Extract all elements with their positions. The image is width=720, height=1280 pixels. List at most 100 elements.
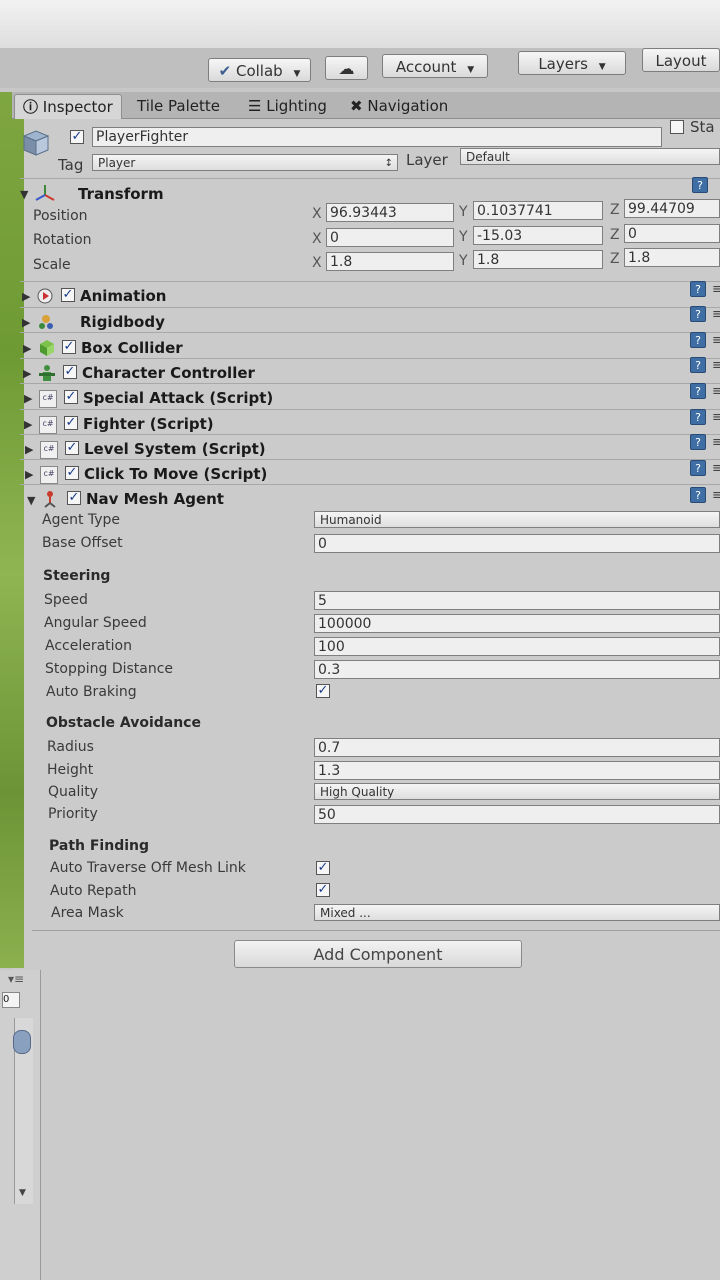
help-icon[interactable]: ? (692, 177, 708, 193)
base-offset-label: Base Offset (42, 535, 123, 551)
expand-triangle-icon[interactable]: ▶ (25, 468, 33, 481)
base-offset-field[interactable]: 0 (314, 534, 720, 553)
cloud-icon: ☁ (338, 59, 355, 78)
settings-icon[interactable]: ≡ (712, 410, 720, 425)
nav-mesh-agent-enabled-checkbox[interactable]: ✓ (67, 491, 81, 505)
settings-icon[interactable]: ≡ (712, 488, 720, 503)
scale-z-field[interactable]: 1.8 (624, 248, 720, 267)
scene-view-strip (0, 92, 24, 968)
expand-triangle-icon[interactable]: ▶ (24, 418, 32, 431)
expand-triangle-icon[interactable]: ▼ (27, 494, 35, 507)
position-x-field[interactable]: 96.93443 (326, 203, 454, 222)
tab-tile-palette[interactable]: Tile Palette (137, 94, 220, 118)
component-fighter[interactable]: Fighter (Script) (83, 415, 214, 433)
divider (20, 358, 720, 359)
axis-x-label: X (312, 231, 322, 247)
info-icon: ⓘ (23, 98, 39, 116)
radius-field[interactable]: 0.7 (314, 738, 720, 757)
quality-dropdown[interactable]: High Quality (314, 783, 720, 800)
area-mask-dropdown[interactable]: Mixed ... (314, 904, 720, 921)
lighting-icon: ☰ (248, 97, 262, 115)
help-icon[interactable]: ? (690, 434, 706, 450)
fighter-enabled-checkbox[interactable]: ✓ (64, 416, 78, 430)
angular-speed-field[interactable]: 100000 (314, 614, 720, 633)
component-special-attack[interactable]: Special Attack (Script) (83, 389, 273, 407)
layout-dropdown[interactable]: Layout (642, 48, 720, 72)
scrollbar-thumb[interactable] (13, 1030, 31, 1054)
scale-y-field[interactable]: 1.8 (473, 250, 603, 269)
position-z-field[interactable]: 99.44709 (624, 199, 720, 218)
settings-icon[interactable]: ≡ (712, 461, 720, 476)
area-mask-label: Area Mask (51, 905, 124, 921)
layers-dropdown[interactable]: Layers ▼ (518, 51, 626, 75)
tag-dropdown[interactable]: Player ↕ (92, 154, 398, 171)
tab-navigation-label: Navigation (367, 97, 449, 115)
layer-dropdown[interactable]: Default (460, 148, 720, 165)
expand-triangle-icon[interactable]: ▶ (23, 367, 31, 380)
component-character-controller[interactable]: Character Controller (82, 364, 255, 382)
auto-traverse-checkbox[interactable]: ✓ (316, 861, 330, 875)
settings-icon[interactable]: ≡ (712, 435, 720, 450)
help-icon[interactable]: ? (690, 306, 706, 322)
help-icon[interactable]: ? (690, 409, 706, 425)
component-level-system[interactable]: Level System (Script) (84, 440, 266, 458)
priority-field[interactable]: 50 (314, 805, 720, 824)
expand-triangle-icon[interactable]: ▶ (25, 443, 33, 456)
component-box-collider[interactable]: Box Collider (81, 339, 183, 357)
tab-inspector[interactable]: ⓘ Inspector (14, 94, 122, 119)
settings-icon[interactable]: ≡ (712, 358, 720, 373)
component-rigidbody[interactable]: Rigidbody (80, 313, 165, 331)
character-controller-enabled-checkbox[interactable]: ✓ (63, 365, 77, 379)
tab-navigation[interactable]: ✖ Navigation (350, 94, 448, 118)
collab-button[interactable]: ✔ Collab ▼ (208, 58, 311, 82)
rotation-z-field[interactable]: 0 (624, 224, 720, 243)
scale-x-field[interactable]: 1.8 (326, 252, 454, 271)
position-y-field[interactable]: 0.1037741 (473, 201, 603, 220)
cloud-button[interactable]: ☁ (325, 56, 368, 80)
help-icon[interactable]: ? (690, 383, 706, 399)
tab-lighting[interactable]: ☰ Lighting (248, 94, 327, 118)
transform-icon (34, 183, 56, 205)
settings-icon[interactable]: ≡ (712, 384, 720, 399)
settings-icon[interactable]: ≡ (712, 282, 720, 297)
help-icon[interactable]: ? (690, 357, 706, 373)
static-checkbox[interactable] (670, 120, 684, 134)
axis-z-label: Z (610, 202, 620, 218)
help-icon[interactable]: ? (690, 281, 706, 297)
expand-triangle-icon[interactable]: ▶ (22, 316, 30, 329)
account-button[interactable]: Account ▼ (382, 54, 488, 78)
component-animation[interactable]: Animation (80, 287, 166, 305)
auto-repath-checkbox[interactable]: ✓ (316, 883, 330, 897)
settings-icon[interactable]: ≡ (712, 333, 720, 348)
height-field[interactable]: 1.3 (314, 761, 720, 780)
hierarchy-field[interactable]: 0 (2, 992, 20, 1008)
acceleration-field[interactable]: 100 (314, 637, 720, 656)
expand-triangle-icon[interactable]: ▶ (24, 392, 32, 405)
box-collider-enabled-checkbox[interactable]: ✓ (62, 340, 76, 354)
scroll-down-icon[interactable]: ▼ (19, 1188, 26, 1198)
component-click-to-move[interactable]: Click To Move (Script) (84, 465, 267, 483)
stopping-distance-field[interactable]: 0.3 (314, 660, 720, 679)
add-component-button[interactable]: Add Component (234, 940, 522, 968)
level-system-enabled-checkbox[interactable]: ✓ (65, 441, 79, 455)
rotation-x-field[interactable]: 0 (326, 228, 454, 247)
settings-icon[interactable]: ≡ (712, 307, 720, 322)
panel-tabs: ⓘ Inspector Tile Palette ☰ Lighting ✖ Na… (12, 92, 720, 119)
rotation-y-field[interactable]: -15.03 (473, 226, 603, 245)
expand-triangle-icon[interactable]: ▶ (23, 342, 31, 355)
expand-triangle-icon[interactable]: ▼ (20, 188, 28, 201)
help-icon[interactable]: ? (690, 460, 706, 476)
animation-enabled-checkbox[interactable]: ✓ (61, 288, 75, 302)
speed-field[interactable]: 5 (314, 591, 720, 610)
click-to-move-enabled-checkbox[interactable]: ✓ (65, 466, 79, 480)
active-checkbox[interactable]: ✓ (70, 130, 84, 144)
help-icon[interactable]: ? (690, 332, 706, 348)
agent-type-dropdown[interactable]: Humanoid (314, 511, 720, 528)
special-attack-enabled-checkbox[interactable]: ✓ (64, 390, 78, 404)
expand-triangle-icon[interactable]: ▶ (22, 290, 30, 303)
auto-braking-checkbox[interactable]: ✓ (316, 684, 330, 698)
menu-icon[interactable]: ▾≡ (8, 972, 24, 986)
help-icon[interactable]: ? (690, 487, 706, 503)
object-name-field[interactable]: PlayerFighter (92, 127, 662, 147)
component-nav-mesh-agent[interactable]: Nav Mesh Agent (86, 490, 224, 508)
